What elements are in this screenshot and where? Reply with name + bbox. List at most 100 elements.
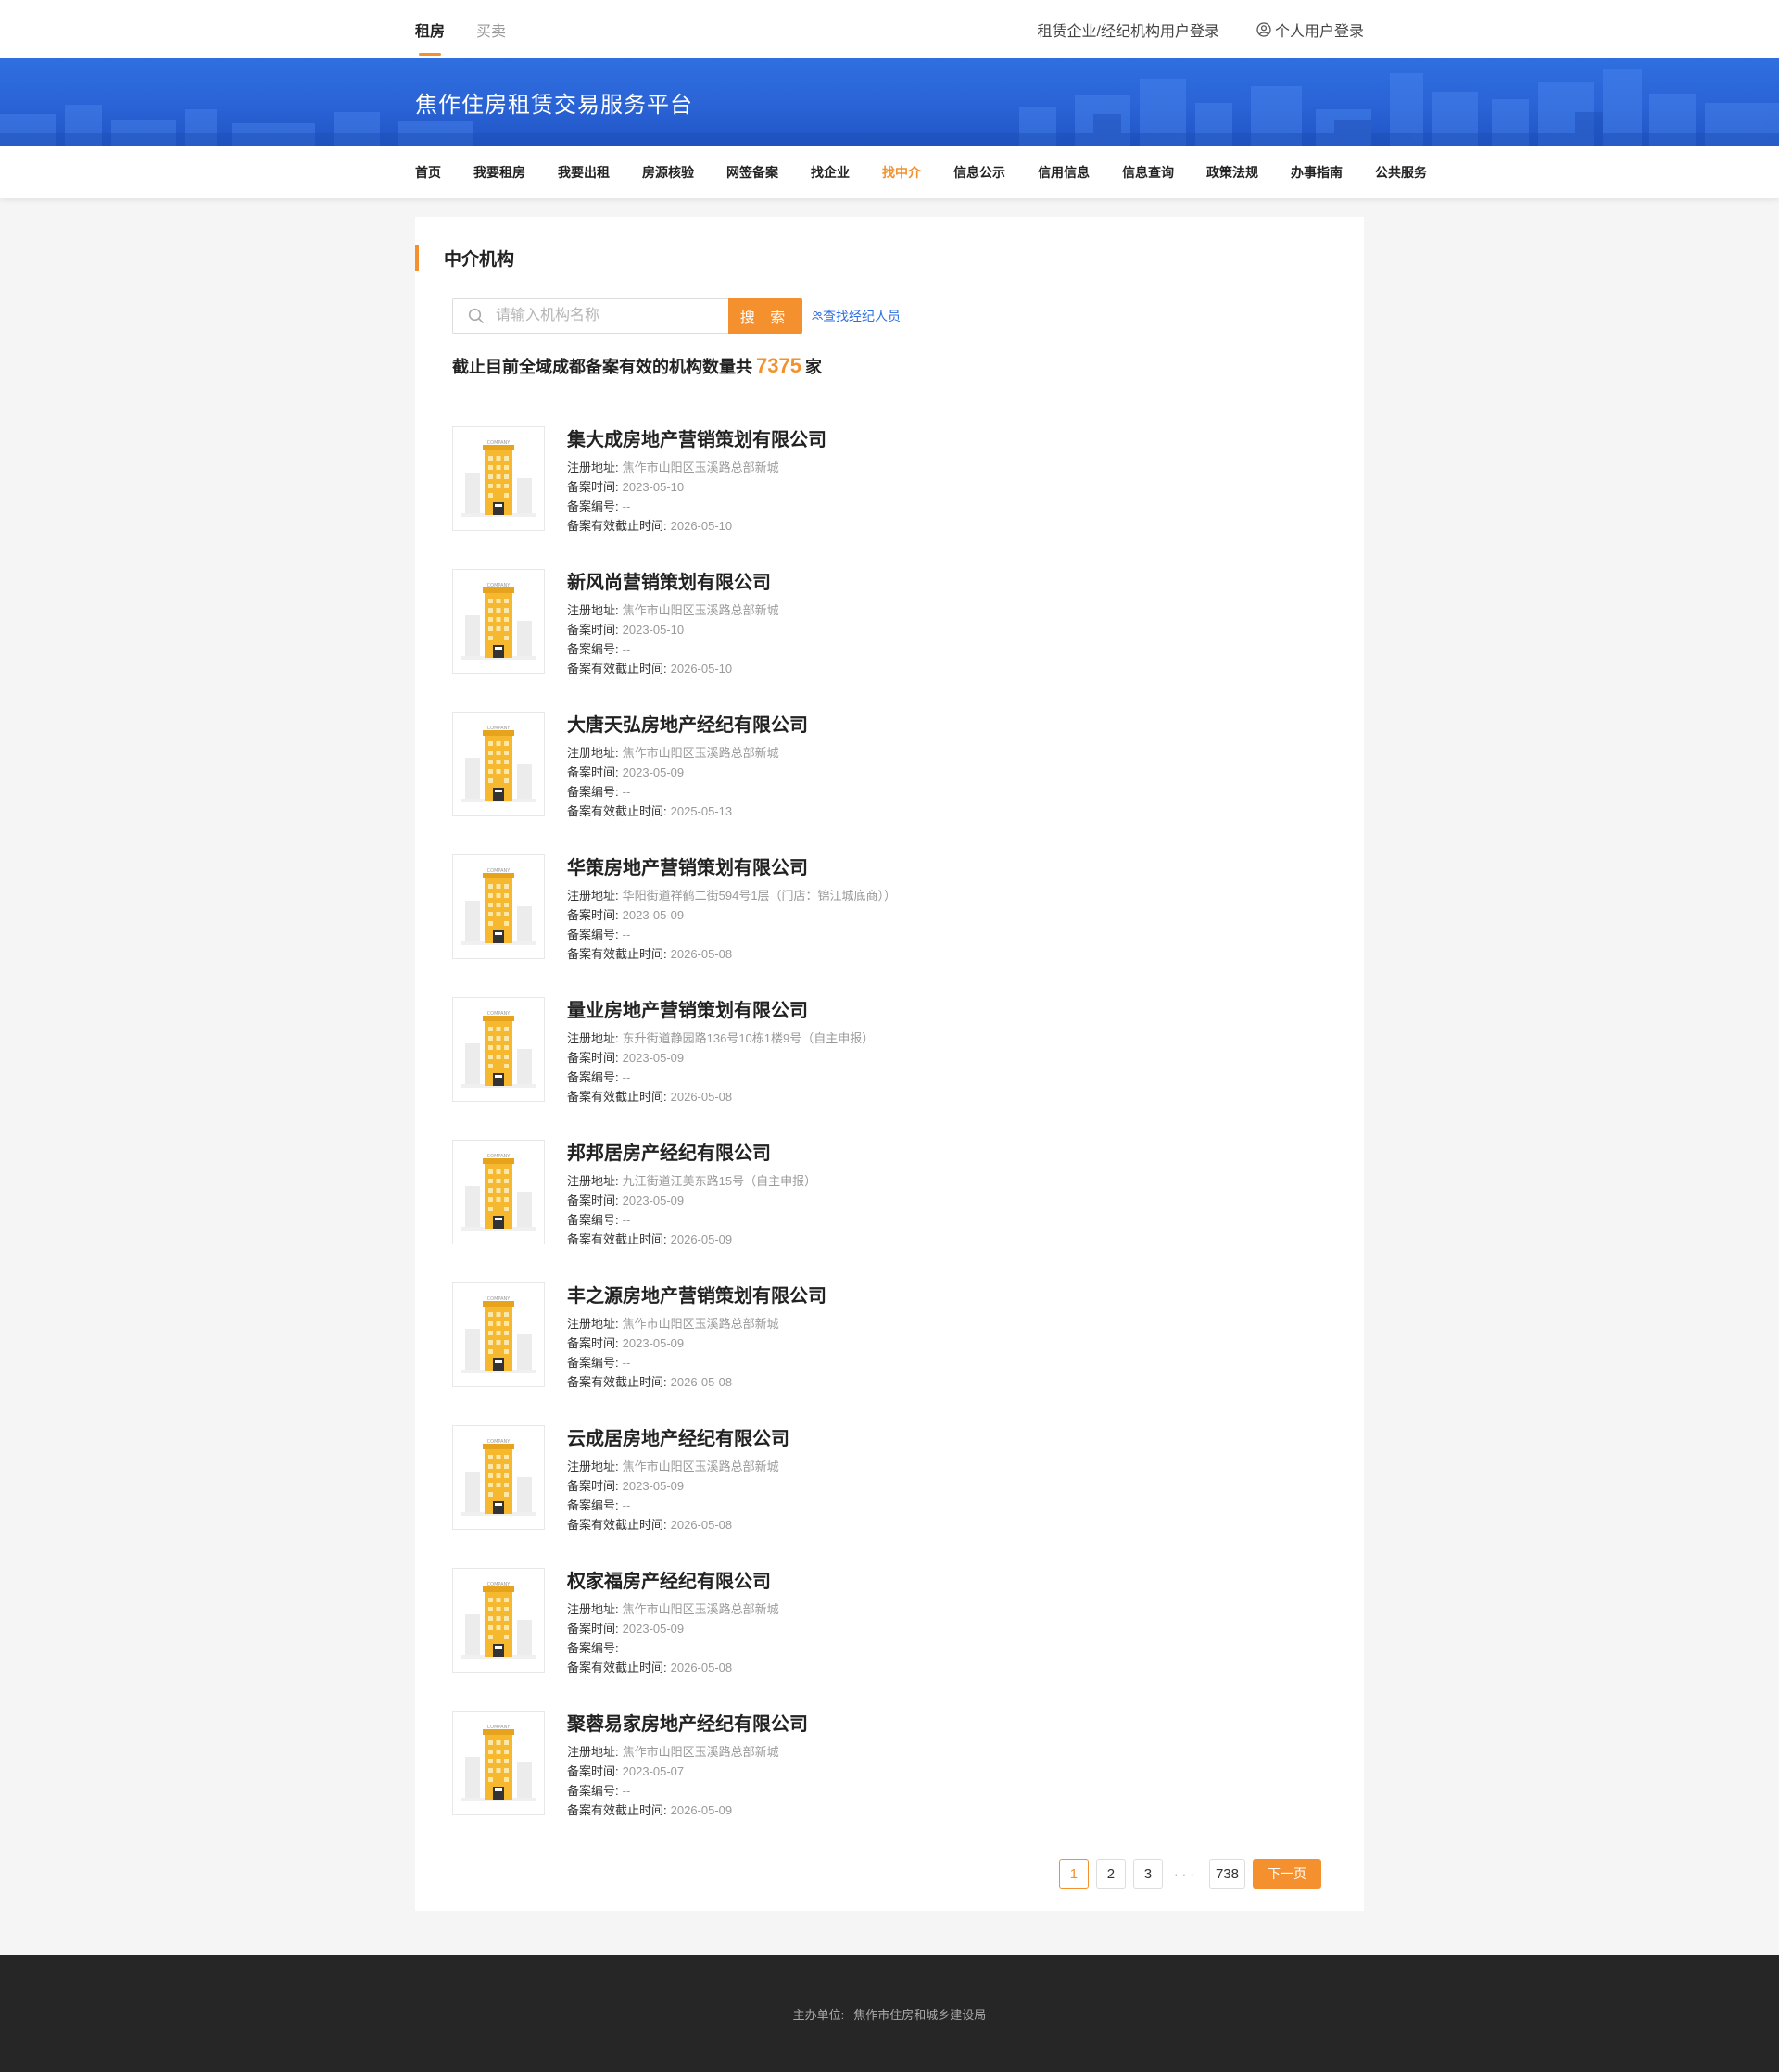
record-time-label: 备案时间:	[567, 1194, 619, 1207]
agency-logo[interactable]: COMPANY	[452, 1282, 545, 1387]
agency-name[interactable]: 华策房地产营销策划有限公司	[567, 856, 896, 880]
page-1-button[interactable]: 1	[1058, 1859, 1089, 1889]
nav-service-guide[interactable]: 办事指南	[1291, 163, 1343, 182]
agency-list-item[interactable]: COMPANY 华策房地产营销策划有限公司 注册地址: 华阳街道祥鹤二街594号1…	[452, 854, 1327, 997]
agency-search-input[interactable]	[494, 307, 720, 325]
agency-name[interactable]: 云成居房地产经纪有限公司	[567, 1427, 789, 1451]
agency-list-item[interactable]: COMPANY 聚蓉易家房地产经纪有限公司 注册地址: 焦作市山阳区玉溪路总部新城…	[452, 1711, 1327, 1853]
logo-company-text: COMPANY	[487, 1725, 511, 1730]
agency-info: 权家福房产经纪有限公司 注册地址: 焦作市山阳区玉溪路总部新城 备案时间: 2023…	[567, 1568, 779, 1711]
logo-company-text: COMPANY	[487, 1296, 511, 1302]
agency-logo[interactable]: COMPANY	[452, 1568, 545, 1673]
agency-record-no-row: 备案编号: --	[567, 925, 896, 944]
agency-expiry-row: 备案有效截止时间: 2026-05-10	[567, 516, 826, 536]
agency-name[interactable]: 聚蓉易家房地产经纪有限公司	[567, 1712, 808, 1737]
nav-find-agency[interactable]: 找中介	[882, 163, 921, 182]
agency-expiry-row: 备案有效截止时间: 2025-05-13	[567, 802, 808, 821]
agency-list-item[interactable]: COMPANY 权家福房产经纪有限公司 注册地址: 焦作市山阳区玉溪路总部新城 备…	[452, 1568, 1327, 1711]
agency-record-no-row: 备案编号: --	[567, 782, 808, 802]
agency-address-row: 注册地址: 东升街道静园路136号10栋1楼9号（自主申报）	[567, 1029, 874, 1048]
agency-name[interactable]: 权家福房产经纪有限公司	[567, 1570, 779, 1594]
agency-record-no-row: 备案编号: --	[567, 1781, 808, 1800]
expiry-label: 备案有效截止时间:	[567, 519, 667, 533]
next-page-button[interactable]: 下一页	[1253, 1859, 1321, 1889]
agency-record-time: 2023-05-09	[622, 908, 685, 922]
page-2-button[interactable]: 2	[1095, 1859, 1126, 1889]
agency-address: 焦作市山阳区玉溪路总部新城	[622, 461, 779, 474]
tab-rent[interactable]: 租房	[415, 19, 445, 56]
nav-listing-verify[interactable]: 房源核验	[642, 163, 694, 182]
record-no-label: 备案编号:	[567, 642, 619, 656]
record-no-label: 备案编号:	[567, 499, 619, 513]
agency-list-item[interactable]: COMPANY 邦邦居房产经纪有限公司 注册地址: 九江街道江美东路15号（自主申…	[452, 1140, 1327, 1282]
personal-login-link[interactable]: 个人用户登录	[1256, 19, 1364, 41]
nav-info-disclosure[interactable]: 信息公示	[953, 163, 1005, 182]
page-ellipsis: ···	[1173, 1866, 1198, 1881]
logo-company-text: COMPANY	[487, 1439, 511, 1445]
agency-logo[interactable]: COMPANY	[452, 712, 545, 816]
search-button[interactable]: 搜 索	[728, 298, 802, 334]
nav-let-out[interactable]: 我要出租	[558, 163, 610, 182]
agency-name[interactable]: 新风尚营销策划有限公司	[567, 571, 779, 595]
address-label: 注册地址:	[567, 1317, 619, 1331]
tab-buy-sell[interactable]: 买卖	[476, 19, 506, 41]
nav-credit-info[interactable]: 信用信息	[1038, 163, 1090, 182]
agency-record-no-row: 备案编号: --	[567, 1353, 826, 1372]
agency-address-row: 注册地址: 焦作市山阳区玉溪路总部新城	[567, 1742, 808, 1762]
agency-expiry: 2026-05-08	[670, 1375, 733, 1389]
agency-record-time-row: 备案时间: 2023-05-09	[567, 1476, 789, 1496]
agency-expiry-row: 备案有效截止时间: 2026-05-09	[567, 1800, 808, 1820]
nav-rent[interactable]: 我要租房	[473, 163, 525, 182]
page-3-button[interactable]: 3	[1132, 1859, 1163, 1889]
agency-logo[interactable]: COMPANY	[452, 1425, 545, 1530]
page-last-button[interactable]: 738	[1208, 1859, 1245, 1889]
expiry-label: 备案有效截止时间:	[567, 662, 667, 676]
section-title: 中介机构	[415, 245, 514, 271]
agency-expiry-row: 备案有效截止时间: 2026-05-08	[567, 1372, 826, 1392]
agency-record-time-row: 备案时间: 2023-05-07	[567, 1762, 808, 1781]
company-building-icon: COMPANY	[461, 726, 536, 802]
agency-logo[interactable]: COMPANY	[452, 997, 545, 1102]
agency-list-item[interactable]: COMPANY 丰之源房地产营销策划有限公司 注册地址: 焦作市山阳区玉溪路总部新…	[452, 1282, 1327, 1425]
agency-name[interactable]: 丰之源房地产营销策划有限公司	[567, 1284, 826, 1308]
nav-public-service[interactable]: 公共服务	[1375, 163, 1427, 182]
agency-logo[interactable]: COMPANY	[452, 854, 545, 959]
agency-list-item[interactable]: COMPANY 量业房地产营销策划有限公司 注册地址: 东升街道静园路136号10…	[452, 997, 1327, 1140]
agency-expiry: 2026-05-09	[670, 1232, 733, 1246]
agency-name[interactable]: 集大成房地产营销策划有限公司	[567, 428, 826, 452]
agency-list: COMPANY 集大成房地产营销策划有限公司 注册地址: 焦作市山阳区玉溪路总部新…	[452, 426, 1327, 1853]
nav-find-enterprise[interactable]: 找企业	[811, 163, 850, 182]
nav-home[interactable]: 首页	[415, 163, 441, 182]
agency-list-item[interactable]: COMPANY 云成居房地产经纪有限公司 注册地址: 焦作市山阳区玉溪路总部新城 …	[452, 1425, 1327, 1568]
nav-policy[interactable]: 政策法规	[1206, 163, 1258, 182]
nav-contract-filing[interactable]: 网签备案	[726, 163, 778, 182]
company-building-icon: COMPANY	[461, 1154, 536, 1231]
agency-logo[interactable]: COMPANY	[452, 1711, 545, 1815]
agency-logo[interactable]: COMPANY	[452, 1140, 545, 1244]
agency-info: 邦邦居房产经纪有限公司 注册地址: 九江街道江美东路15号（自主申报） 备案时间:…	[567, 1140, 816, 1282]
agency-logo[interactable]: COMPANY	[452, 426, 545, 531]
agency-list-item[interactable]: COMPANY 集大成房地产营销策划有限公司 注册地址: 焦作市山阳区玉溪路总部新…	[452, 426, 1327, 569]
agency-list-item[interactable]: COMPANY 新风尚营销策划有限公司 注册地址: 焦作市山阳区玉溪路总部新城 备…	[452, 569, 1327, 712]
agency-list-item[interactable]: COMPANY 大唐天弘房地产经纪有限公司 注册地址: 焦作市山阳区玉溪路总部新城…	[452, 712, 1327, 854]
record-time-label: 备案时间:	[567, 765, 619, 779]
agency-address: 焦作市山阳区玉溪路总部新城	[622, 746, 779, 760]
record-time-label: 备案时间:	[567, 1336, 619, 1350]
enterprise-login-link[interactable]: 租赁企业/经纪机构用户登录	[1038, 19, 1219, 41]
find-agent-link[interactable]: 查找经纪人员	[812, 307, 901, 325]
agency-expiry: 2026-05-10	[670, 662, 733, 676]
agency-expiry-row: 备案有效截止时间: 2026-05-10	[567, 659, 779, 678]
address-label: 注册地址:	[567, 1031, 619, 1045]
agency-name[interactable]: 邦邦居房产经纪有限公司	[567, 1142, 816, 1166]
address-label: 注册地址:	[567, 746, 619, 760]
agency-name[interactable]: 量业房地产营销策划有限公司	[567, 999, 874, 1023]
agency-name[interactable]: 大唐天弘房地产经纪有限公司	[567, 714, 808, 738]
agency-logo[interactable]: COMPANY	[452, 569, 545, 674]
nav-info-query[interactable]: 信息查询	[1122, 163, 1174, 182]
agency-info: 聚蓉易家房地产经纪有限公司 注册地址: 焦作市山阳区玉溪路总部新城 备案时间: 20…	[567, 1711, 808, 1853]
agency-record-no: --	[622, 1213, 631, 1227]
footer-host-label: 主办单位:	[792, 2007, 845, 2022]
record-time-label: 备案时间:	[567, 1051, 619, 1065]
expiry-label: 备案有效截止时间:	[567, 1661, 667, 1674]
logo-company-text: COMPANY	[487, 726, 511, 731]
